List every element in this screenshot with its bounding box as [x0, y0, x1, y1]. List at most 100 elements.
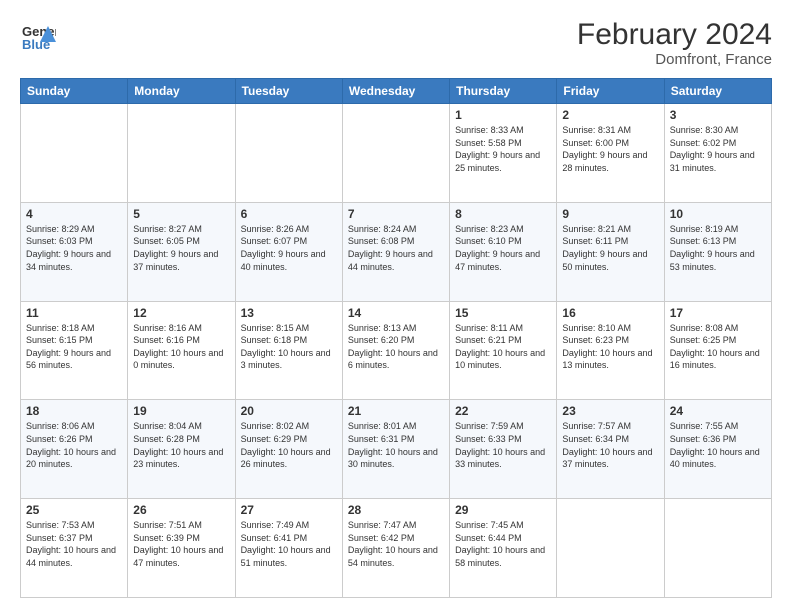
header: General Blue February 2024 Domfront, Fra…	[20, 18, 772, 68]
day-number: 28	[348, 503, 444, 517]
day-info: Sunrise: 8:01 AM Sunset: 6:31 PM Dayligh…	[348, 420, 444, 470]
day-info: Sunrise: 8:18 AM Sunset: 6:15 PM Dayligh…	[26, 322, 122, 372]
calendar-cell: 5 Sunrise: 8:27 AM Sunset: 6:05 PM Daylig…	[128, 202, 235, 301]
day-info: Sunrise: 8:31 AM Sunset: 6:00 PM Dayligh…	[562, 124, 658, 174]
title-block: February 2024 Domfront, France	[577, 18, 772, 68]
calendar-cell	[557, 499, 664, 598]
calendar-title: February 2024	[577, 18, 772, 51]
calendar-cell	[342, 104, 449, 203]
day-info: Sunrise: 8:10 AM Sunset: 6:23 PM Dayligh…	[562, 322, 658, 372]
calendar-subtitle: Domfront, France	[577, 51, 772, 68]
calendar-cell: 12 Sunrise: 8:16 AM Sunset: 6:16 PM Dayli…	[128, 301, 235, 400]
calendar-cell	[21, 104, 128, 203]
day-info: Sunrise: 7:49 AM Sunset: 6:41 PM Dayligh…	[241, 519, 337, 569]
calendar-cell: 6Sunrise: 8:26 AM Sunset: 6:07 PM Daylig…	[235, 202, 342, 301]
calendar-cell: 8 Sunrise: 8:23 AM Sunset: 6:10 PM Daylig…	[450, 202, 557, 301]
day-header-friday: Friday	[557, 79, 664, 104]
day-number: 4	[26, 207, 122, 221]
logo: General Blue	[20, 18, 56, 54]
calendar-cell: 21Sunrise: 8:01 AM Sunset: 6:31 PM Dayli…	[342, 400, 449, 499]
day-number: 26	[133, 503, 229, 517]
day-number: 6	[241, 207, 337, 221]
day-number: 22	[455, 404, 551, 418]
day-info: Sunrise: 8:27 AM Sunset: 6:05 PM Dayligh…	[133, 223, 229, 273]
day-number: 8	[455, 207, 551, 221]
calendar-cell: 11Sunrise: 8:18 AM Sunset: 6:15 PM Dayli…	[21, 301, 128, 400]
logo-icon: General Blue	[20, 18, 56, 54]
calendar-cell: 24Sunrise: 7:55 AM Sunset: 6:36 PM Dayli…	[664, 400, 771, 499]
day-number: 9	[562, 207, 658, 221]
day-header-tuesday: Tuesday	[235, 79, 342, 104]
page: General Blue February 2024 Domfront, Fra…	[0, 0, 792, 612]
day-info: Sunrise: 7:57 AM Sunset: 6:34 PM Dayligh…	[562, 420, 658, 470]
day-number: 5	[133, 207, 229, 221]
day-info: Sunrise: 8:06 AM Sunset: 6:26 PM Dayligh…	[26, 420, 122, 470]
day-header-sunday: Sunday	[21, 79, 128, 104]
calendar-cell: 1Sunrise: 8:33 AM Sunset: 5:58 PM Daylig…	[450, 104, 557, 203]
calendar-cell: 13 Sunrise: 8:15 AM Sunset: 6:18 PM Dayli…	[235, 301, 342, 400]
calendar-week-row: 25 Sunrise: 7:53 AM Sunset: 6:37 PM Dayli…	[21, 499, 772, 598]
day-number: 25	[26, 503, 122, 517]
calendar-cell: 18 Sunrise: 8:06 AM Sunset: 6:26 PM Dayli…	[21, 400, 128, 499]
calendar-cell: 29 Sunrise: 7:45 AM Sunset: 6:44 PM Dayli…	[450, 499, 557, 598]
calendar-header-row: SundayMondayTuesdayWednesdayThursdayFrid…	[21, 79, 772, 104]
day-number: 23	[562, 404, 658, 418]
calendar-cell	[128, 104, 235, 203]
calendar-cell: 26 Sunrise: 7:51 AM Sunset: 6:39 PM Dayli…	[128, 499, 235, 598]
day-info: Sunrise: 8:04 AM Sunset: 6:28 PM Dayligh…	[133, 420, 229, 470]
day-info: Sunrise: 8:13 AM Sunset: 6:20 PM Dayligh…	[348, 322, 444, 372]
calendar-cell: 22 Sunrise: 7:59 AM Sunset: 6:33 PM Dayli…	[450, 400, 557, 499]
calendar-cell: 28 Sunrise: 7:47 AM Sunset: 6:42 PM Dayli…	[342, 499, 449, 598]
calendar-week-row: 1Sunrise: 8:33 AM Sunset: 5:58 PM Daylig…	[21, 104, 772, 203]
day-number: 29	[455, 503, 551, 517]
day-info: Sunrise: 8:23 AM Sunset: 6:10 PM Dayligh…	[455, 223, 551, 273]
calendar-week-row: 4Sunrise: 8:29 AM Sunset: 6:03 PM Daylig…	[21, 202, 772, 301]
day-number: 19	[133, 404, 229, 418]
calendar-cell: 2 Sunrise: 8:31 AM Sunset: 6:00 PM Daylig…	[557, 104, 664, 203]
day-header-thursday: Thursday	[450, 79, 557, 104]
day-info: Sunrise: 8:15 AM Sunset: 6:18 PM Dayligh…	[241, 322, 337, 372]
day-info: Sunrise: 8:30 AM Sunset: 6:02 PM Dayligh…	[670, 124, 766, 174]
day-number: 2	[562, 108, 658, 122]
day-info: Sunrise: 7:53 AM Sunset: 6:37 PM Dayligh…	[26, 519, 122, 569]
day-number: 1	[455, 108, 551, 122]
day-info: Sunrise: 8:19 AM Sunset: 6:13 PM Dayligh…	[670, 223, 766, 273]
day-number: 12	[133, 306, 229, 320]
day-info: Sunrise: 8:02 AM Sunset: 6:29 PM Dayligh…	[241, 420, 337, 470]
day-number: 3	[670, 108, 766, 122]
day-number: 27	[241, 503, 337, 517]
day-header-saturday: Saturday	[664, 79, 771, 104]
calendar-cell: 20 Sunrise: 8:02 AM Sunset: 6:29 PM Dayli…	[235, 400, 342, 499]
day-info: Sunrise: 8:08 AM Sunset: 6:25 PM Dayligh…	[670, 322, 766, 372]
day-info: Sunrise: 7:47 AM Sunset: 6:42 PM Dayligh…	[348, 519, 444, 569]
day-number: 15	[455, 306, 551, 320]
day-number: 7	[348, 207, 444, 221]
day-number: 17	[670, 306, 766, 320]
day-header-monday: Monday	[128, 79, 235, 104]
calendar-week-row: 11Sunrise: 8:18 AM Sunset: 6:15 PM Dayli…	[21, 301, 772, 400]
calendar-cell: 27 Sunrise: 7:49 AM Sunset: 6:41 PM Dayli…	[235, 499, 342, 598]
calendar-table: SundayMondayTuesdayWednesdayThursdayFrid…	[20, 78, 772, 598]
day-number: 18	[26, 404, 122, 418]
day-number: 20	[241, 404, 337, 418]
day-info: Sunrise: 8:21 AM Sunset: 6:11 PM Dayligh…	[562, 223, 658, 273]
calendar-cell: 9 Sunrise: 8:21 AM Sunset: 6:11 PM Daylig…	[557, 202, 664, 301]
calendar-cell	[235, 104, 342, 203]
day-header-wednesday: Wednesday	[342, 79, 449, 104]
day-info: Sunrise: 8:16 AM Sunset: 6:16 PM Dayligh…	[133, 322, 229, 372]
day-info: Sunrise: 7:45 AM Sunset: 6:44 PM Dayligh…	[455, 519, 551, 569]
calendar-cell: 7 Sunrise: 8:24 AM Sunset: 6:08 PM Daylig…	[342, 202, 449, 301]
calendar-cell: 4Sunrise: 8:29 AM Sunset: 6:03 PM Daylig…	[21, 202, 128, 301]
calendar-cell: 19 Sunrise: 8:04 AM Sunset: 6:28 PM Dayli…	[128, 400, 235, 499]
day-number: 13	[241, 306, 337, 320]
calendar-cell: 16Sunrise: 8:10 AM Sunset: 6:23 PM Dayli…	[557, 301, 664, 400]
day-info: Sunrise: 7:59 AM Sunset: 6:33 PM Dayligh…	[455, 420, 551, 470]
calendar-cell: 10Sunrise: 8:19 AM Sunset: 6:13 PM Dayli…	[664, 202, 771, 301]
day-number: 24	[670, 404, 766, 418]
calendar-week-row: 18 Sunrise: 8:06 AM Sunset: 6:26 PM Dayli…	[21, 400, 772, 499]
calendar-cell: 3 Sunrise: 8:30 AM Sunset: 6:02 PM Daylig…	[664, 104, 771, 203]
calendar-cell: 15Sunrise: 8:11 AM Sunset: 6:21 PM Dayli…	[450, 301, 557, 400]
day-info: Sunrise: 7:51 AM Sunset: 6:39 PM Dayligh…	[133, 519, 229, 569]
calendar-cell	[664, 499, 771, 598]
day-info: Sunrise: 8:24 AM Sunset: 6:08 PM Dayligh…	[348, 223, 444, 273]
